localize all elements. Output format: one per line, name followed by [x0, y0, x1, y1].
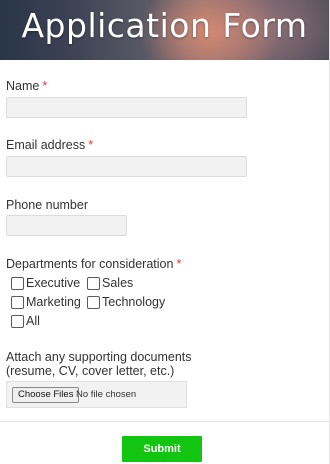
- phone-input[interactable]: [6, 215, 127, 236]
- email-label-text: Email address: [6, 138, 86, 152]
- submit-button[interactable]: Submit: [122, 436, 202, 462]
- required-asterisk: *: [176, 257, 182, 271]
- option-label: All: [26, 314, 40, 328]
- departments-label: Departments for consideration *: [6, 257, 181, 271]
- attachments-label-line1: Attach any supporting documents: [6, 350, 192, 364]
- checkbox[interactable]: [11, 315, 24, 328]
- email-input[interactable]: [6, 156, 247, 177]
- option-label: Marketing: [26, 295, 81, 309]
- departments-label-text: Departments for consideration: [6, 257, 174, 271]
- file-upload-field: Choose Files No file chosen: [6, 381, 187, 408]
- file-status-text: No file chosen: [76, 389, 137, 400]
- choose-files-button[interactable]: Choose Files: [12, 387, 80, 403]
- checkbox[interactable]: [87, 296, 100, 309]
- option-label: Sales: [102, 276, 134, 290]
- checkbox[interactable]: [11, 277, 24, 290]
- checkbox[interactable]: [11, 296, 24, 309]
- form-title: Application Form: [21, 6, 308, 45]
- name-label: Name *: [6, 79, 47, 93]
- email-label: Email address *: [6, 138, 93, 152]
- form-divider: [0, 421, 329, 422]
- name-label-text: Name: [6, 79, 40, 93]
- required-asterisk: *: [42, 79, 48, 93]
- form-header-banner: Application Form: [0, 0, 329, 60]
- required-asterisk: *: [88, 138, 94, 152]
- attachments-label-line2: (resume, CV, cover letter, etc.): [6, 364, 175, 378]
- phone-label-text: Phone number: [6, 198, 89, 212]
- phone-label: Phone number: [6, 198, 88, 212]
- option-label: Executive: [26, 276, 81, 290]
- name-input[interactable]: [6, 97, 247, 118]
- option-label: Technology: [102, 295, 166, 309]
- checkbox[interactable]: [87, 277, 100, 290]
